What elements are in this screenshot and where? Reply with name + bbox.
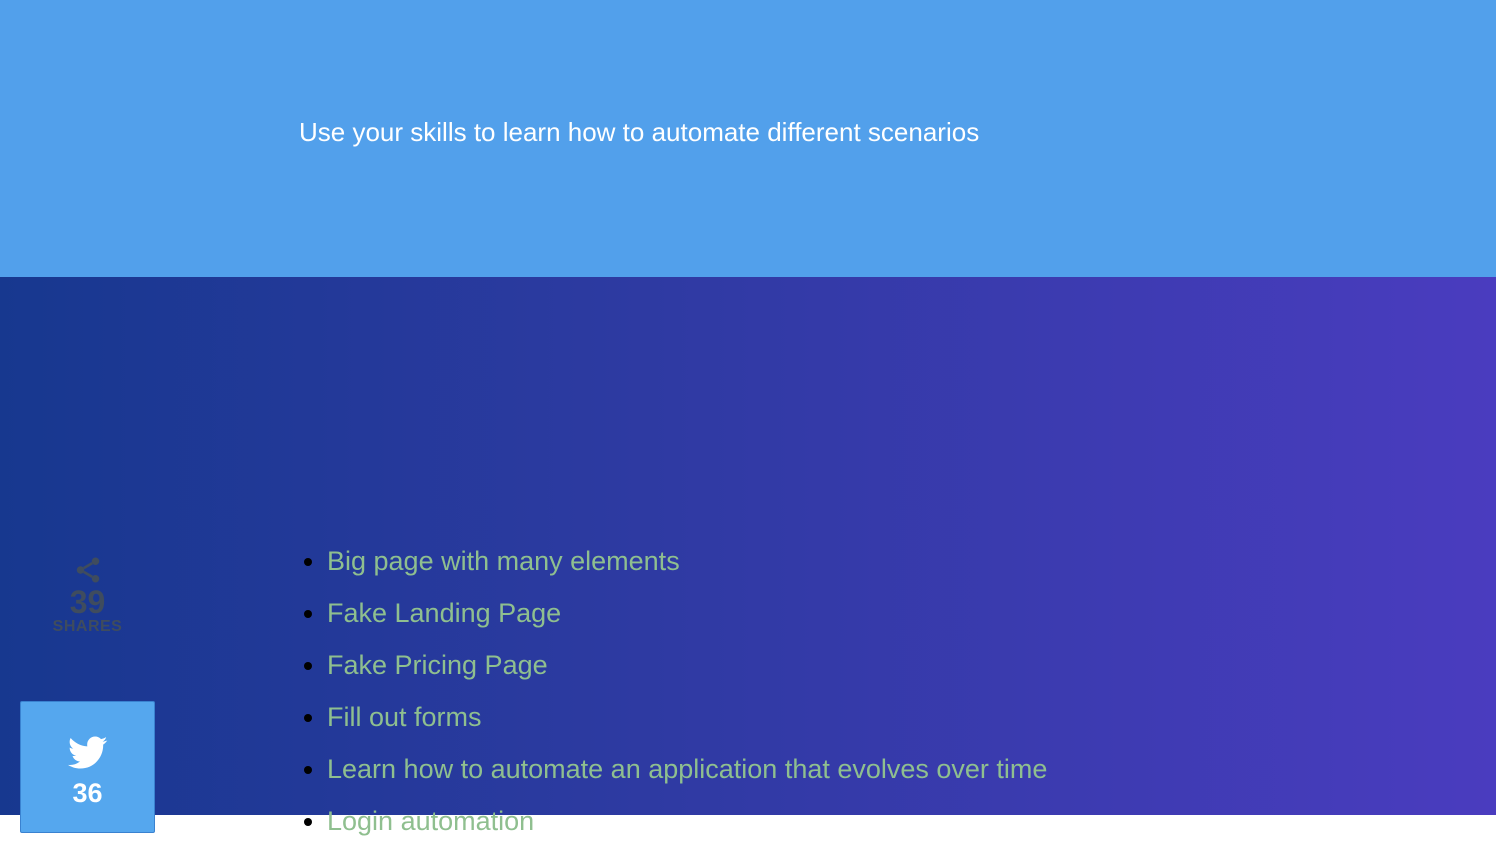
twitter-share-count: 36 (72, 778, 103, 808)
links-section: Big page with many elements Fake Landing… (0, 277, 1496, 836)
share-icon (40, 555, 135, 585)
list-item: Fake Landing Page (327, 597, 1047, 649)
link-login-automation[interactable]: Login automation (327, 806, 534, 836)
share-label: SHARES (52, 618, 123, 635)
list-item: Fake Pricing Page (327, 649, 1047, 701)
hero-banner: Use your skills to learn how to automate… (0, 0, 1496, 277)
link-fake-landing-page[interactable]: Fake Landing Page (327, 598, 561, 628)
list-item: Learn how to automate an application tha… (327, 753, 1047, 805)
link-fake-pricing-page[interactable]: Fake Pricing Page (327, 650, 548, 680)
hero-subtitle: Use your skills to learn how to automate… (299, 117, 980, 147)
link-big-page[interactable]: Big page with many elements (327, 546, 680, 576)
link-fill-out-forms[interactable]: Fill out forms (327, 702, 482, 732)
link-evolving-application[interactable]: Learn how to automate an application tha… (327, 754, 1047, 784)
twitter-icon (21, 736, 154, 770)
list-item: Login automation (327, 805, 1047, 857)
scenario-links-list: Big page with many elements Fake Landing… (299, 545, 1047, 857)
share-counter: 39 SHARES (40, 555, 135, 637)
list-item: Big page with many elements (327, 545, 1047, 597)
list-item: Fill out forms (327, 701, 1047, 753)
share-count: 39 (69, 584, 106, 620)
twitter-share-button[interactable]: 36 (20, 701, 155, 833)
